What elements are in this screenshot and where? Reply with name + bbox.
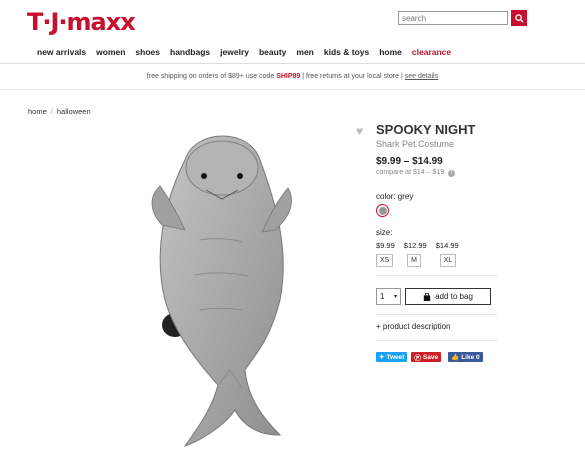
nav-home[interactable]: home xyxy=(379,47,402,57)
promo-code: SHIP89 xyxy=(276,73,301,80)
promo-middle: | free returns at your local store | xyxy=(300,73,405,80)
divider xyxy=(376,340,497,341)
size-price-xs: $9.99 xyxy=(376,241,395,250)
nav-women[interactable]: women xyxy=(96,47,125,57)
size-xl-button[interactable]: XL xyxy=(440,254,456,267)
pinterest-icon: Ⓟ xyxy=(414,355,421,362)
add-to-bag-button[interactable]: add to bag xyxy=(405,288,491,305)
promo-prefix: free shipping on orders of $89+ use code xyxy=(146,73,277,80)
tjmaxx-logo[interactable]: T·J·maxx xyxy=(27,8,136,36)
nav-clearance[interactable]: clearance xyxy=(412,47,451,57)
product-brand: SPOOKY NIGHT xyxy=(376,122,476,137)
thumbs-up-icon: 👍 xyxy=(451,354,460,361)
size-m-button[interactable]: M xyxy=(407,254,421,267)
pinterest-save-button[interactable]: Ⓟ Save xyxy=(411,352,442,362)
quantity-select[interactable]: 1 ▾ xyxy=(376,288,401,305)
size-label: size: xyxy=(376,228,393,237)
heart-icon[interactable]: ♥ xyxy=(356,124,363,138)
nav-handbags[interactable]: handbags xyxy=(170,47,210,57)
compare-price: compare at $14 – $19 i xyxy=(376,169,456,177)
product-price: $9.99 – $14.99 xyxy=(376,156,443,167)
promo-details-link[interactable]: see details xyxy=(405,73,438,80)
social-share: ✦ Tweet Ⓟ Save 👍 Like 0 xyxy=(376,352,483,362)
color-swatch-grey[interactable] xyxy=(376,204,389,217)
promo-banner: free shipping on orders of $89+ use code… xyxy=(0,73,585,80)
size-options: XS M XL xyxy=(376,254,456,267)
quantity-value: 1 xyxy=(380,292,385,301)
nav-new-arrivals[interactable]: new arrivals xyxy=(37,47,86,57)
promo-divider xyxy=(0,89,585,90)
facebook-like-button[interactable]: 👍 Like 0 xyxy=(448,352,483,362)
save-label: Save xyxy=(422,353,439,361)
nav-beauty[interactable]: beauty xyxy=(259,47,286,57)
nav-kids-toys[interactable]: kids & toys xyxy=(324,47,369,57)
color-swatch-fill xyxy=(378,206,387,215)
product-name: Shark Pet Costume xyxy=(376,139,455,149)
size-price-xl: $14.99 xyxy=(435,241,459,250)
search-input[interactable]: search xyxy=(398,11,508,25)
compare-price-text: compare at $14 – $19 xyxy=(376,169,445,176)
nav-jewelry[interactable]: jewelry xyxy=(220,47,249,57)
tweet-button[interactable]: ✦ Tweet xyxy=(376,352,408,362)
breadcrumb-halloween[interactable]: halloween xyxy=(57,107,91,116)
add-to-bag-label: add to bag xyxy=(435,292,473,301)
divider xyxy=(376,275,497,276)
divider xyxy=(376,314,497,315)
breadcrumb: home / halloween xyxy=(28,107,91,116)
nav-shoes[interactable]: shoes xyxy=(135,47,160,57)
chevron-down-icon: ▾ xyxy=(393,294,397,300)
breadcrumb-home[interactable]: home xyxy=(28,107,47,116)
twitter-icon: ✦ xyxy=(379,354,385,361)
product-image[interactable] xyxy=(130,120,320,452)
tweet-label: Tweet xyxy=(386,353,405,361)
nav-men[interactable]: men xyxy=(296,47,313,57)
size-price-m: $12.99 xyxy=(403,241,427,250)
size-prices: $9.99 $12.99 $14.99 xyxy=(376,241,459,250)
product-description-toggle[interactable]: + product description xyxy=(376,322,451,331)
search-button[interactable] xyxy=(511,10,527,26)
size-xs-button[interactable]: XS xyxy=(376,254,393,267)
main-nav: new arrivals women shoes handbags jewelr… xyxy=(37,47,451,57)
info-icon[interactable]: i xyxy=(448,170,456,177)
color-label: color: grey xyxy=(376,192,414,201)
breadcrumb-separator: / xyxy=(50,107,53,116)
logo-text: T·J·maxx xyxy=(27,8,136,36)
header-divider xyxy=(0,63,585,64)
like-label: Like 0 xyxy=(461,353,480,361)
search-icon xyxy=(514,13,524,23)
bag-icon xyxy=(423,292,431,301)
